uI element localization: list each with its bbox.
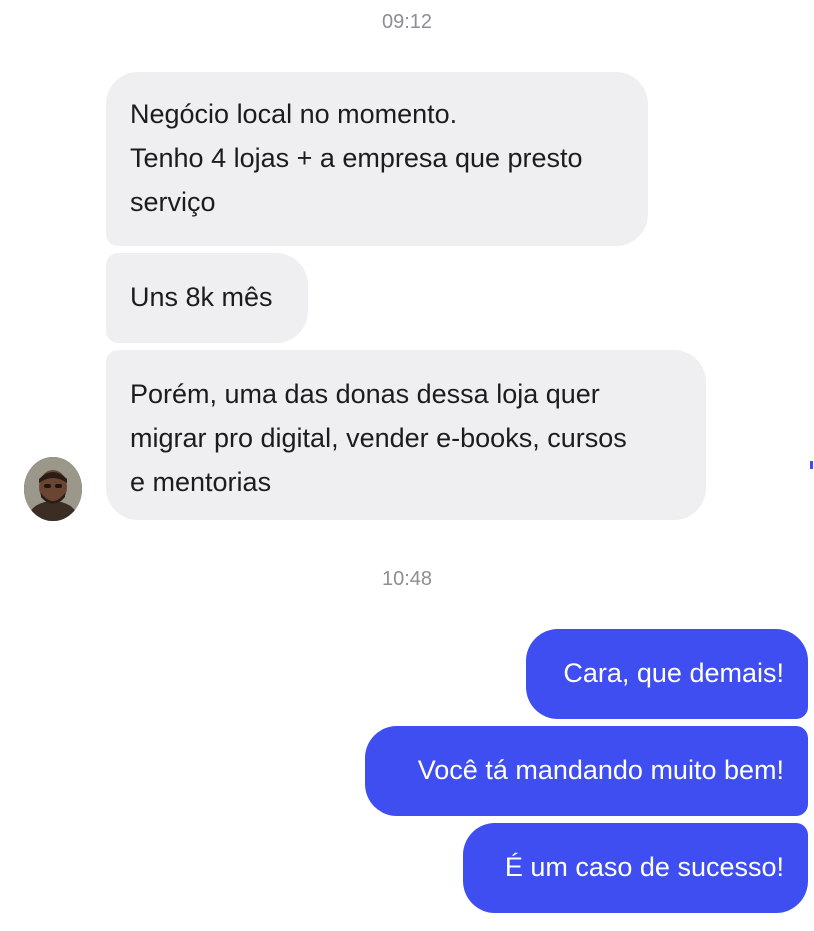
message-line: Porém, uma das donas dessa loja quer: [130, 379, 600, 409]
message-text: Cara, que demais!: [563, 658, 784, 688]
incoming-message[interactable]: Uns 8k mês: [106, 253, 308, 343]
message-line: e mentorias: [130, 467, 272, 497]
message-line: serviço: [130, 187, 216, 217]
timestamp: 10:48: [381, 568, 433, 590]
message-line: Uns 8k mês: [130, 282, 273, 312]
incoming-message[interactable]: Porém, uma das donas dessa loja quer mig…: [106, 350, 706, 520]
contact-avatar[interactable]: [24, 457, 82, 521]
outgoing-message[interactable]: É um caso de sucesso!: [463, 823, 808, 913]
incoming-message[interactable]: Negócio local no momento. Tenho 4 lojas …: [106, 72, 648, 246]
outgoing-message[interactable]: Você tá mandando muito bem!: [365, 726, 808, 816]
message-text: Você tá mandando muito bem!: [417, 755, 784, 785]
message-text: É um caso de sucesso!: [504, 852, 784, 882]
message-line: migrar pro digital, vender e-books, curs…: [130, 423, 627, 453]
avatar-photo-icon: [24, 457, 82, 521]
message-line: Negócio local no momento.: [130, 99, 458, 129]
edge-indicator: [810, 461, 813, 469]
outgoing-message[interactable]: Cara, que demais!: [526, 629, 808, 719]
timestamp: 09:12: [381, 11, 433, 33]
message-line: Tenho 4 lojas + a empresa que presto: [130, 143, 583, 173]
